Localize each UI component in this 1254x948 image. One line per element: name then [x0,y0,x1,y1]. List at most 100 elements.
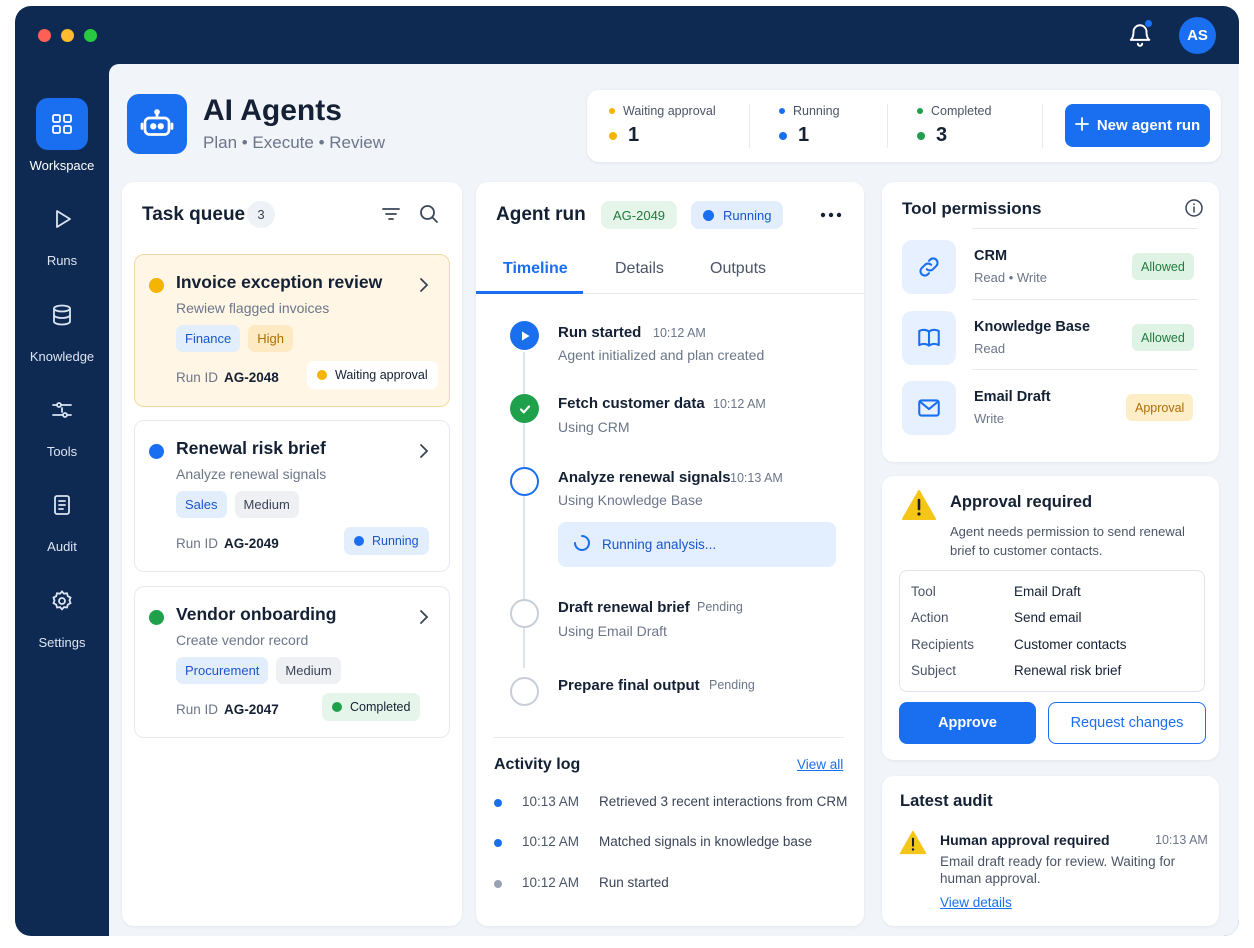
request-changes-button[interactable]: Request changes [1048,702,1206,744]
run-id: Run ID AG-2049 [176,536,279,551]
timeline-step-time: 10:12 AM [653,326,706,340]
divider [1042,104,1043,148]
status-dot [317,370,327,380]
tag: Sales [176,491,227,518]
run-id-value: AG-2047 [224,702,279,717]
chevron-right-icon[interactable] [416,441,432,461]
timeline-step-title: Run started [558,324,642,341]
status-dot [494,799,502,807]
tab-timeline[interactable]: Timeline [503,260,568,278]
status-dot [779,108,785,114]
close-window-button[interactable] [38,29,51,42]
sidebar-item-settings[interactable]: Settings [15,575,109,650]
approval-description: Agent needs permission to send renewal b… [950,524,1185,558]
stat-running: Running 1 [779,104,840,147]
task-tags: Finance High [176,325,293,352]
permission-item-knowledge-base[interactable]: Knowledge Base Read Allowed [902,299,1198,369]
agent-run-panel: Agent run AG-2049 Running Timeline Detai… [476,182,864,926]
log-message: Retrieved 3 recent interactions from CRM [599,794,848,809]
task-card-vendor-onboarding[interactable]: Vendor onboarding Create vendor record P… [134,586,450,738]
run-id-badge: AG-2049 [601,201,678,229]
stat-waiting-approval: Waiting approval 1 [609,104,716,147]
log-time: 10:13 AM [522,794,580,809]
detail-value: Customer contacts [1014,637,1127,652]
status-label: Running [372,534,419,548]
task-tags: Procurement Medium [176,657,341,684]
timeline-step-description: Agent initialized and plan created [558,347,765,363]
detail-key: Action [911,610,949,625]
log-message: Matched signals in knowledge base [599,834,813,849]
tab-outputs[interactable]: Outputs [710,260,766,278]
task-card-renewal-risk[interactable]: Renewal risk brief Analyze renewal signa… [134,420,450,572]
timeline-step-time: 10:13 AM [730,471,783,485]
task-description: Create vendor record [176,632,309,648]
more-options-icon[interactable] [818,202,844,228]
detail-value: Renewal risk brief [1014,663,1122,678]
detail-value: Send email [1014,610,1082,625]
pending-step-icon [510,599,539,628]
status-label: Completed [350,700,411,714]
status-dot [332,702,342,712]
database-icon [36,289,88,341]
warning-icon [899,830,927,860]
stat-value: 1 [798,124,810,146]
status-dot [494,880,502,888]
sidebar-item-runs[interactable]: Runs [15,193,109,268]
divider [887,104,888,148]
run-id: Run ID AG-2047 [176,702,279,717]
divider [972,228,1198,229]
sidebar-item-workspace[interactable]: Workspace [15,98,109,173]
permission-item-crm[interactable]: CRM Read • Write Allowed [902,228,1198,298]
tag: High [248,325,293,352]
sidebar-item-audit[interactable]: Audit [15,479,109,554]
page-title: AI Agents [203,94,342,127]
mail-icon [902,381,956,435]
task-tags: Sales Medium [176,491,299,518]
plus-icon [1074,116,1089,135]
search-icon[interactable] [416,201,442,227]
detail-key: Recipients [911,637,975,652]
sidebar-item-label: Audit [47,539,77,554]
button-label: New agent run [1096,117,1201,134]
view-details-link[interactable]: View details [940,895,1012,910]
warning-icon [901,489,937,526]
sidebar-item-label: Tools [46,444,78,459]
panel-title: Approval required [950,493,1093,511]
stat-completed: Completed 3 [917,104,991,147]
timeline-step-title: Fetch customer data [558,395,705,412]
running-text: Running analysis... [602,537,717,552]
sidebar-item-knowledge[interactable]: Knowledge [15,289,109,364]
log-message: Run started [599,875,669,890]
info-icon[interactable] [1181,195,1207,221]
filter-icon[interactable] [378,201,404,227]
status-dot [703,209,714,221]
sidebar-item-label: Settings [38,635,86,650]
tab-details[interactable]: Details [615,260,664,278]
chevron-right-icon[interactable] [416,607,432,627]
status-badge: Allowed [1132,324,1194,351]
permission-scope: Read • Write [974,270,1047,285]
status-badge: Waiting approval [307,361,438,389]
divider [972,369,1198,370]
stat-value: 1 [628,124,640,146]
minimize-window-button[interactable] [61,29,74,42]
play-icon [510,321,539,350]
app-window: AS Workspace Runs Knowledge Tools Audit … [15,6,1239,936]
run-id: Run ID AG-2048 [176,370,279,385]
count-badge: 3 [247,201,275,228]
permission-item-email-draft[interactable]: Email Draft Write Approval [902,369,1198,439]
tag: Medium [276,657,341,684]
avatar[interactable]: AS [1179,17,1216,54]
sidebar-item-tools[interactable]: Tools [15,384,109,459]
detail-value: Email Draft [1014,584,1081,599]
checkmark-icon [510,394,539,423]
chevron-right-icon[interactable] [416,275,432,295]
maximize-window-button[interactable] [84,29,97,42]
task-card-invoice-exception[interactable]: Invoice exception review Rewiew flagged … [134,254,450,407]
tag: Procurement [176,657,269,684]
new-agent-run-button[interactable]: New agent run [1065,104,1210,147]
divider [749,104,750,148]
running-analysis-indicator: Running analysis... [558,522,836,567]
view-all-link[interactable]: View all [797,757,843,772]
approve-button[interactable]: Approve [899,702,1036,744]
